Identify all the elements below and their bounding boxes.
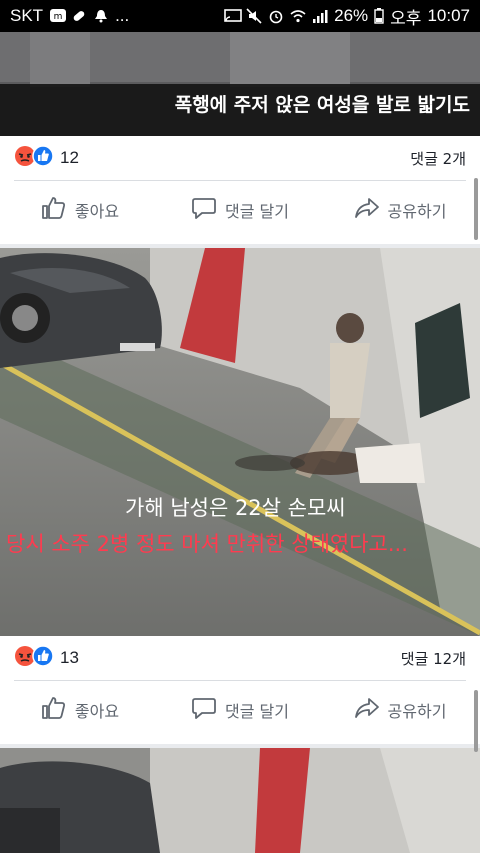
share-label: 공유하기 bbox=[387, 702, 447, 721]
comment-count[interactable]: 댓글 2개 bbox=[410, 148, 466, 169]
mute-icon bbox=[246, 8, 262, 24]
reaction-count: 13 bbox=[60, 648, 79, 667]
post-footer-1: 12 댓글 2개 좋아요 댓글 달기 공유하기 bbox=[0, 136, 480, 244]
thumbs-up-icon bbox=[41, 696, 67, 724]
svg-text:m: m bbox=[54, 12, 63, 22]
reaction-summary[interactable]: 13 댓글 12개 bbox=[0, 636, 480, 680]
messenger-icon: m bbox=[49, 8, 67, 24]
wifi-icon bbox=[290, 8, 306, 24]
carrier-label: SKT bbox=[10, 6, 44, 25]
like-reaction-icon bbox=[32, 145, 54, 171]
status-bar: SKT m ... 26% 오후 10:07 bbox=[0, 0, 480, 32]
scrollbar[interactable] bbox=[474, 178, 478, 240]
video-caption-line1: 가해 남성은 22살 손모씨 bbox=[125, 496, 346, 520]
signal-icon bbox=[312, 8, 328, 24]
share-button[interactable]: 공유하기 bbox=[320, 696, 480, 724]
share-button[interactable]: 공유하기 bbox=[320, 196, 480, 224]
pill-icon bbox=[71, 8, 87, 24]
video-caption-line2: 당시 소주 2병 정도 마셔 만취한 상태였다고... bbox=[6, 532, 408, 556]
notification-bell-icon bbox=[93, 8, 109, 24]
share-label: 공유하기 bbox=[387, 202, 447, 221]
reaction-count: 12 bbox=[60, 148, 79, 167]
video-thumbnail-3[interactable] bbox=[0, 748, 480, 853]
like-label: 좋아요 bbox=[74, 202, 120, 221]
like-button[interactable]: 좋아요 bbox=[0, 696, 160, 724]
comment-button[interactable]: 댓글 달기 bbox=[160, 696, 320, 724]
battery-percent: 26% bbox=[334, 6, 369, 25]
reaction-summary[interactable]: 12 댓글 2개 bbox=[0, 136, 480, 180]
like-button[interactable]: 좋아요 bbox=[0, 196, 160, 224]
comment-bubble-icon bbox=[191, 696, 217, 724]
post-footer-2: 13 댓글 12개 좋아요 댓글 달기 공유하기 bbox=[0, 636, 480, 744]
comment-button[interactable]: 댓글 달기 bbox=[160, 196, 320, 224]
comment-count[interactable]: 댓글 12개 bbox=[401, 648, 466, 669]
share-arrow-icon bbox=[354, 696, 380, 724]
alarm-icon bbox=[268, 8, 284, 24]
share-arrow-icon bbox=[354, 196, 380, 224]
time-ampm: 오후 bbox=[390, 8, 422, 28]
clock: 10:07 bbox=[427, 6, 470, 25]
like-label: 좋아요 bbox=[74, 702, 120, 721]
video-thumbnail-2[interactable]: 가해 남성은 22살 손모씨 당시 소주 2병 정도 마셔 만취한 상태였다고.… bbox=[0, 248, 480, 636]
video-thumbnail-1[interactable]: 폭행에 주저 앉은 여성을 발로 밟기도 bbox=[0, 32, 480, 136]
comment-bubble-icon bbox=[191, 196, 217, 224]
thumbs-up-icon bbox=[41, 196, 67, 224]
video-caption: 폭행에 주저 앉은 여성을 발로 밟기도 bbox=[174, 94, 470, 116]
battery-icon bbox=[374, 8, 384, 24]
more-notifications: ... bbox=[115, 6, 130, 25]
like-reaction-icon bbox=[32, 645, 54, 671]
comment-label: 댓글 달기 bbox=[225, 702, 289, 721]
comment-label: 댓글 달기 bbox=[225, 202, 289, 221]
screen-mirror-icon bbox=[224, 8, 242, 24]
scrollbar[interactable] bbox=[474, 690, 478, 752]
